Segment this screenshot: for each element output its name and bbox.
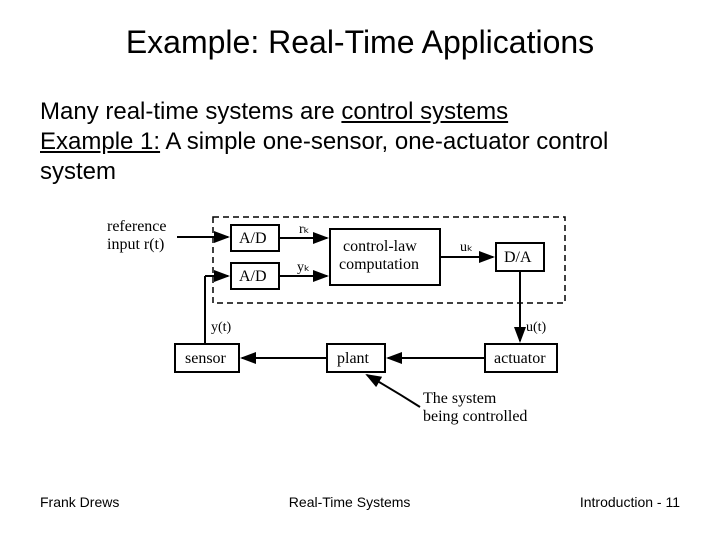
da-label: D/A — [504, 249, 532, 266]
note-1: The system — [423, 390, 497, 407]
label-yk: yₖ — [297, 260, 310, 275]
diagram-svg: reference input r(t) A/D A/D rₖ yₖ contr… — [105, 211, 615, 431]
label-rk: rₖ — [299, 222, 310, 237]
body-line-1-pre: Many real-time systems are — [40, 98, 341, 125]
body-line-1: Many real-time systems are control syste… — [40, 97, 680, 127]
body-line-2: Example 1: A simple one-sensor, one-actu… — [40, 127, 680, 187]
footer-center: Real-Time Systems — [289, 494, 411, 510]
arrow-note-to-plant — [367, 375, 420, 407]
ad-block-1-label: A/D — [239, 230, 267, 247]
plant-label: plant — [337, 350, 370, 367]
slide-footer: Frank Drews Real-Time Systems Introducti… — [0, 494, 720, 510]
footer-right: Introduction - 11 — [580, 494, 680, 510]
actuator-label: actuator — [494, 350, 546, 367]
slide-title: Example: Real-Time Applications — [0, 0, 720, 61]
body-line-1-underlined: control systems — [341, 98, 508, 125]
reference-label-2: input r(t) — [107, 236, 164, 253]
note-2: being controlled — [423, 408, 527, 425]
slide: Example: Real-Time Applications Many rea… — [0, 0, 720, 540]
label-uk: uₖ — [460, 240, 473, 255]
footer-left: Frank Drews — [40, 494, 119, 510]
slide-body: Many real-time systems are control syste… — [0, 61, 720, 187]
label-yt: y(t) — [211, 320, 232, 335]
control-system-diagram: reference input r(t) A/D A/D rₖ yₖ contr… — [105, 211, 615, 431]
reference-label-1: reference — [107, 218, 167, 235]
control-law-2: computation — [339, 256, 419, 273]
example-label: Example 1: — [40, 128, 160, 155]
sensor-label: sensor — [185, 350, 227, 367]
ad-block-2-label: A/D — [239, 268, 267, 285]
control-law-1: control-law — [343, 238, 417, 255]
label-ut: u(t) — [526, 320, 547, 335]
